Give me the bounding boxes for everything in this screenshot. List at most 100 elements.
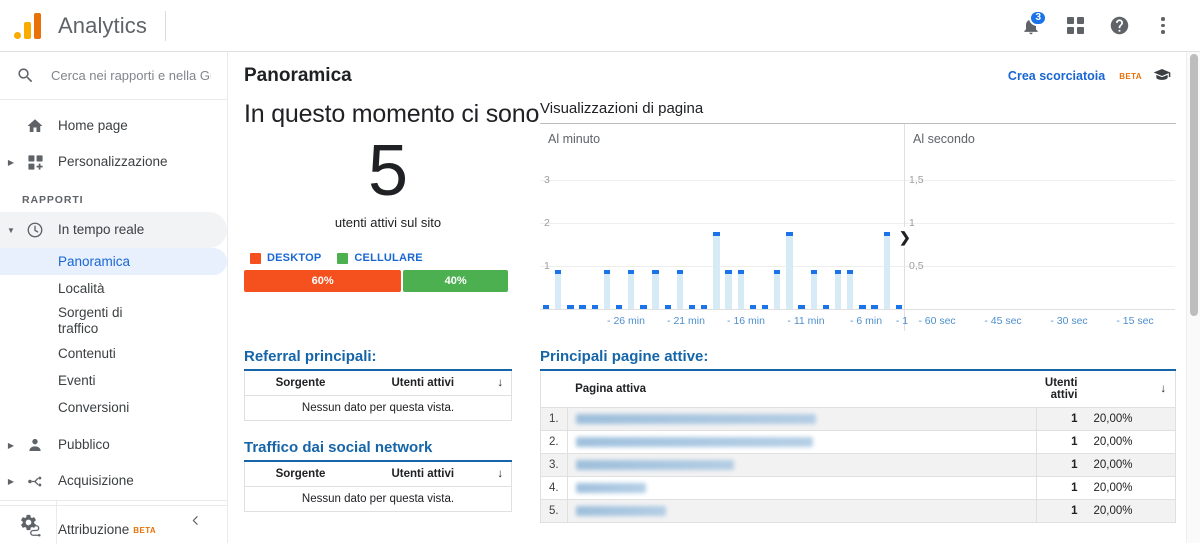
table-row[interactable]: 1. 1 20,00%	[540, 407, 1176, 431]
apps-grid-icon	[1066, 17, 1084, 34]
x-tick-second: - 30 sec	[1050, 315, 1088, 327]
chevron-down-icon: ▼	[7, 225, 15, 235]
bars-minute	[540, 154, 904, 309]
chart-bar[interactable]	[834, 270, 842, 309]
page-link[interactable]	[567, 453, 1037, 477]
sidebar-item-conversioni[interactable]: Conversioni	[0, 394, 227, 421]
device-segment-cellulare[interactable]: 40%	[403, 270, 508, 292]
row-index: 5.	[540, 499, 568, 523]
sort-arrow-icon[interactable]: ↓	[1151, 370, 1176, 408]
x-tick-minute: - 16 min	[727, 315, 765, 327]
chart-bar[interactable]	[883, 231, 890, 309]
legend-item-desktop: DESKTOP	[250, 252, 321, 264]
chart-minute-label: Al minuto	[548, 132, 601, 146]
col-sorgente[interactable]: Sorgente	[244, 370, 356, 396]
x-tick-second: - 45 sec	[984, 315, 1022, 327]
row-index: 3.	[540, 453, 568, 477]
social-table-title: Traffico dai social network	[244, 439, 433, 456]
notifications-button[interactable]: 3	[1012, 7, 1050, 45]
active-users-subtitle: utenti attivi sul sito	[334, 215, 442, 230]
collapse-sidebar-button[interactable]	[189, 514, 228, 531]
sidebar-subitem-label: Panoramica	[58, 254, 131, 269]
chart-bar[interactable]	[737, 270, 744, 309]
chevron-right-icon: ▶	[7, 157, 15, 167]
analytics-logo-icon	[14, 12, 44, 39]
page-link[interactable]	[567, 499, 1037, 523]
referral-table-title: Referral principali:	[244, 348, 377, 365]
sidebar-item-localita[interactable]: Località	[0, 275, 227, 302]
col-sorgente[interactable]: Sorgente	[244, 461, 356, 487]
empty-message: Nessun dato per questa vista.	[244, 395, 512, 421]
sort-arrow-icon[interactable]: ↓	[489, 370, 512, 396]
realtime-heading: In questo momento ci sono	[244, 100, 540, 128]
chart-bar[interactable]	[603, 270, 611, 309]
chart-bar[interactable]	[774, 270, 781, 309]
y-tick-second: 1,5	[909, 174, 924, 186]
sidebar-item-acquisizione[interactable]: ▶ Acquisizione	[0, 463, 227, 499]
help-button[interactable]	[1100, 7, 1138, 45]
chart-per-second[interactable]: Al secondo 1,5 1 0,5 - 60 sec - 45 sec -…	[905, 124, 1175, 331]
sidebar-item-label: Pubblico	[58, 437, 110, 453]
graduation-cap-icon[interactable]	[1152, 64, 1172, 89]
more-options-button[interactable]	[1144, 7, 1182, 45]
sort-arrow-icon[interactable]: ↓	[489, 461, 512, 487]
col-utenti-attivi[interactable]: Utenti attivi	[356, 370, 490, 396]
sidebar-item-home[interactable]: Home page	[0, 108, 227, 144]
chart-bar[interactable]	[810, 270, 817, 309]
expand-charts-button[interactable]: ❯	[898, 227, 912, 248]
chart-bar[interactable]	[628, 270, 635, 309]
table-header-row: Sorgente Utenti attivi ↓	[244, 370, 512, 396]
chart-bar[interactable]	[725, 270, 732, 309]
device-split-bar: 60% 40%	[244, 270, 508, 292]
chart-bar[interactable]	[555, 270, 562, 309]
device-segment-desktop[interactable]: 60%	[244, 270, 402, 292]
apps-button[interactable]	[1056, 7, 1094, 45]
page-link[interactable]	[567, 430, 1037, 454]
chart-bar[interactable]	[676, 270, 684, 309]
table-row[interactable]: 5. 1 20,00%	[540, 499, 1176, 523]
x-tick-minute: - 21 min	[667, 315, 705, 327]
sidebar-subitem-label: Sorgenti di traffico	[58, 305, 123, 336]
chart-bar[interactable]	[652, 270, 659, 309]
page-link[interactable]	[567, 407, 1037, 431]
search-input[interactable]	[51, 68, 211, 83]
scrollbar-thumb[interactable]	[1190, 54, 1198, 316]
table-row[interactable]: 2. 1 20,00%	[540, 430, 1176, 454]
chart-bar[interactable]	[847, 270, 854, 309]
sidebar-item-label: In tempo reale	[58, 222, 145, 238]
social-table: Sorgente Utenti attivi ↓ Nessun dato per…	[244, 460, 512, 512]
sidebar-item-panoramica[interactable]: Panoramica	[0, 248, 227, 275]
x-tick-minute: - 11 min	[787, 315, 825, 327]
sidebar-item-in-tempo-reale[interactable]: ▼ In tempo reale	[0, 212, 227, 248]
pages-table-panel: Principali pagine attive: Pagina attiva …	[540, 348, 1176, 523]
row-index: 2.	[540, 430, 568, 454]
chart-bar[interactable]	[786, 231, 793, 309]
sidebar-nav: Home page ▶ Personalizzazione RAPPORTI ▼	[0, 100, 227, 548]
sidebar-item-sorgenti-di-traffico[interactable]: Sorgenti di traffico	[0, 302, 227, 340]
sidebar-search-row[interactable]	[0, 52, 227, 100]
chart-bar[interactable]	[713, 231, 720, 309]
active-users-value: 1	[1036, 499, 1086, 523]
pages-table-title: Principali pagine attive:	[540, 348, 709, 365]
sidebar-item-contenuti[interactable]: Contenuti	[0, 340, 227, 367]
sidebar-item-pubblico[interactable]: ▶ Pubblico	[0, 427, 227, 463]
col-pagina-attiva[interactable]: Pagina attiva	[567, 370, 1037, 408]
gear-icon	[20, 514, 36, 530]
sidebar-item-eventi[interactable]: Eventi	[0, 367, 227, 394]
table-row[interactable]: 3. 1 20,00%	[540, 453, 1176, 477]
table-row[interactable]: 4. 1 20,00%	[540, 476, 1176, 500]
col-utenti-attivi[interactable]: Utenti attivi	[1036, 370, 1086, 408]
page-scrollbar[interactable]	[1186, 52, 1200, 543]
chart-per-minute[interactable]: Al minuto 3 2 1 - 26 min - 21 min - 16 m…	[540, 124, 908, 331]
sidebar-item-personalizzazione[interactable]: ▶ Personalizzazione	[0, 144, 227, 180]
page-link[interactable]	[567, 476, 1037, 500]
legend-item-cellulare: CELLULARE	[337, 252, 423, 264]
chevron-right-icon: ▶	[7, 440, 15, 450]
active-users-count: 5	[367, 131, 409, 211]
create-shortcut-button[interactable]: Crea scorciatoia	[1008, 69, 1105, 83]
pages-table-body: 1. 1 20,00% 2. 1 20,00% 3. 1 20,00% 4. 1 20,00% 5. 1 2…	[540, 407, 1176, 523]
settings-button[interactable]	[0, 513, 56, 532]
redacted-page-name	[575, 482, 646, 493]
active-users-percent: 20,00%	[1085, 453, 1152, 477]
col-utenti-attivi[interactable]: Utenti attivi	[356, 461, 490, 487]
